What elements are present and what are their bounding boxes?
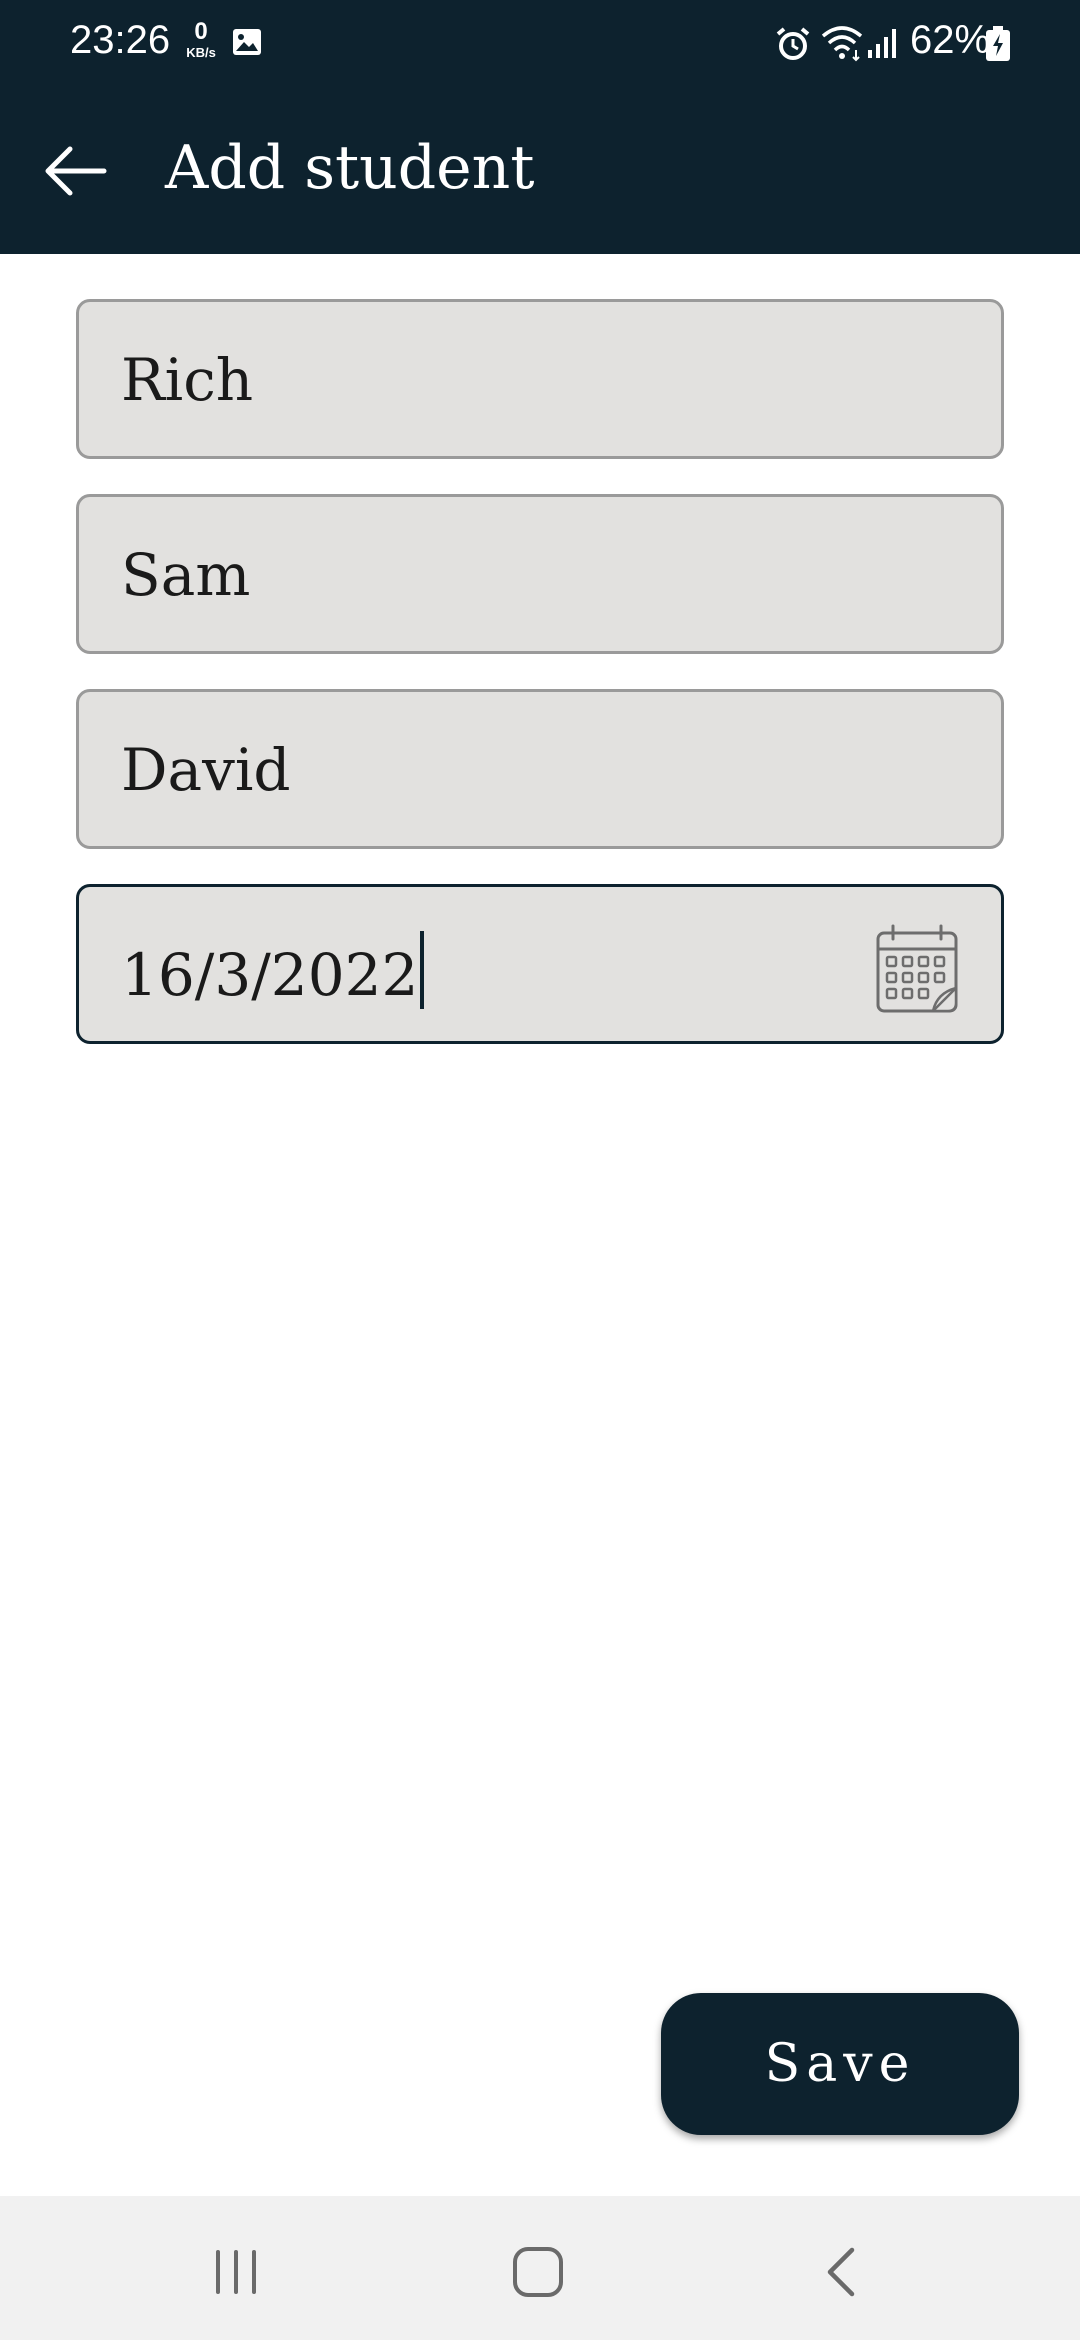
- battery-percent: 62%: [910, 18, 991, 62]
- calendar-icon[interactable]: [875, 923, 959, 1015]
- navigation-bar: [0, 2196, 1080, 2340]
- last-name-field[interactable]: David: [76, 689, 1004, 849]
- status-bar: 23:26 0 KB/s 62%: [0, 0, 1080, 85]
- status-time: 23:26: [70, 18, 171, 62]
- page-title: Add student: [165, 133, 535, 203]
- date-field[interactable]: 16/3/2022: [76, 884, 1004, 1044]
- text-cursor: [420, 931, 425, 1009]
- date-value-text: 16/3/2022: [121, 941, 419, 1009]
- middle-name-value: Sam: [121, 541, 251, 609]
- gallery-icon: [233, 29, 261, 55]
- date-field-value: 16/3/2022: [121, 931, 425, 1009]
- alarm-icon: [776, 27, 810, 60]
- recents-icon[interactable]: [212, 2248, 260, 2296]
- first-name-field[interactable]: Rich: [76, 299, 1004, 459]
- first-name-value: Rich: [121, 346, 254, 414]
- save-button[interactable]: Save: [661, 1993, 1019, 2135]
- wifi-icon: [821, 26, 863, 62]
- signal-icon: [868, 29, 896, 58]
- back-icon[interactable]: [820, 2246, 864, 2298]
- middle-name-field[interactable]: Sam: [76, 494, 1004, 654]
- network-speed: 0 KB/s: [181, 18, 221, 60]
- last-name-value: David: [121, 736, 291, 804]
- home-icon[interactable]: [512, 2246, 564, 2298]
- app-bar: Add student: [0, 85, 1080, 254]
- battery-charging-icon: [986, 26, 1010, 61]
- network-speed-unit: KB/s: [186, 45, 216, 60]
- network-speed-value: 0: [194, 18, 208, 45]
- arrow-left-icon[interactable]: [40, 141, 110, 201]
